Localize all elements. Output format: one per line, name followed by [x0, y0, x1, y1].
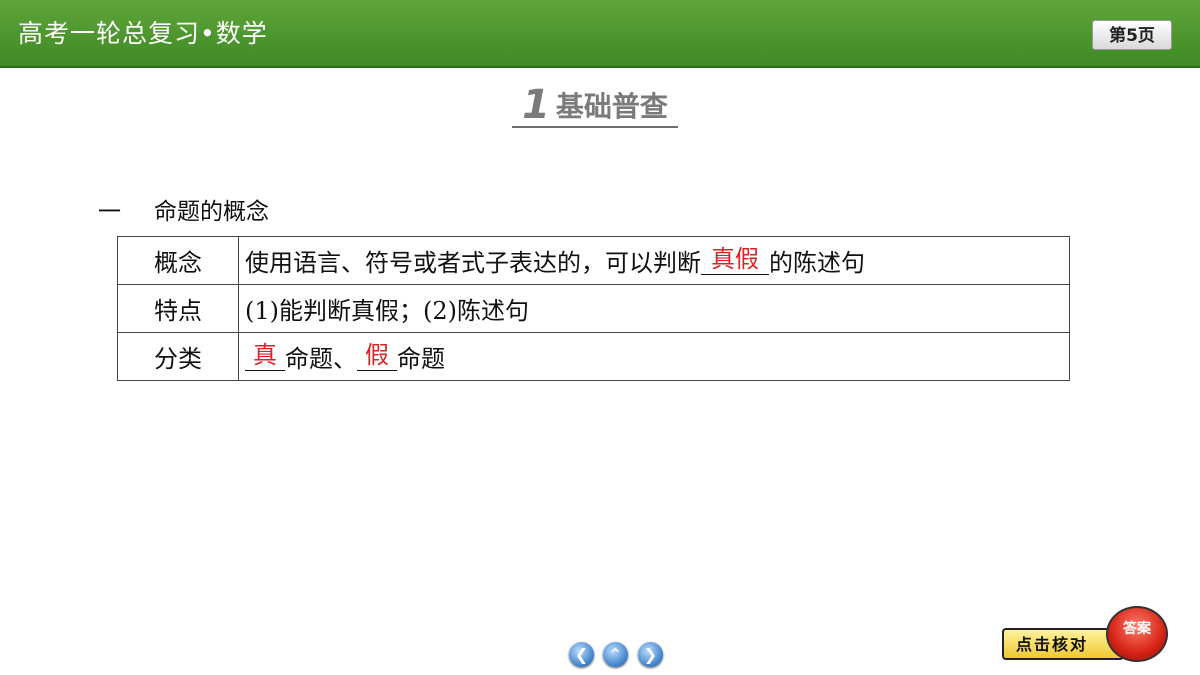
content-text: 的陈述句 [769, 248, 865, 277]
chevron-up-icon[interactable]: ⌃ [603, 642, 628, 667]
section-heading: 1 基础普查 [512, 82, 678, 128]
top-bar: 高考一轮总复习•数学 第5页 [0, 0, 1200, 68]
answer-blank: 假 [357, 340, 397, 371]
content-text: 命题、 [285, 344, 357, 373]
answer-blank: 真 [245, 340, 285, 371]
row-header: 特点 [117, 284, 239, 333]
row-content: (1)能判断真假；(2)陈述句 [238, 284, 1070, 333]
table-row: 概念 使用语言、符号或者式子表达的，可以判断 真假 的陈述句 [117, 236, 1070, 285]
content-text: 使用语言、符号或者式子表达的，可以判断 [245, 248, 701, 277]
table-row: 特点 (1)能判断真假；(2)陈述句 [117, 284, 1070, 333]
page-number-badge: 第5页 [1092, 20, 1172, 50]
chevron-left-icon[interactable]: ❮ [569, 642, 594, 667]
row-header: 概念 [117, 236, 239, 285]
section-number: 1 [522, 82, 550, 128]
answer-label: 答案 [1123, 621, 1151, 637]
chevron-right-icon[interactable]: ❯ [638, 642, 663, 667]
subheading-marker: 一 [98, 199, 121, 225]
content-text: 命题 [397, 344, 445, 373]
answer-button[interactable]: 答案 [1106, 606, 1168, 662]
table-row: 分类 真命题、假命题 [117, 332, 1070, 381]
row-header: 分类 [117, 332, 239, 381]
subheading-text: 命题的概念 [154, 199, 269, 225]
answer-widget: 点击核对 答案 [1002, 604, 1194, 666]
section-title: 基础普查 [555, 90, 668, 123]
subheading: 一 命题的概念 [98, 192, 269, 226]
concept-table: 概念 使用语言、符号或者式子表达的，可以判断 真假 的陈述句 特点 (1)能判断真假… [117, 236, 1070, 381]
answer-blank: 真假 [701, 244, 769, 275]
row-content: 真命题、假命题 [238, 332, 1070, 381]
course-title: 高考一轮总复习•数学 [18, 19, 268, 48]
row-content: 使用语言、符号或者式子表达的，可以判断 真假 的陈述句 [238, 236, 1070, 285]
